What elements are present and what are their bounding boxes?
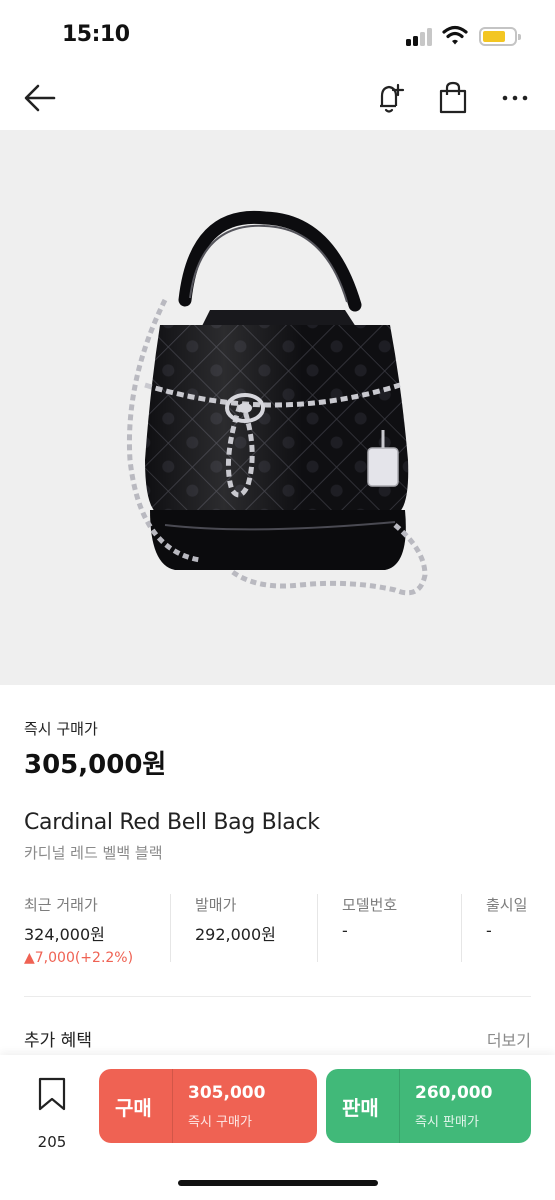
product-stats: 최근 거래가 324,000원 ▲7,000(+2.2%) 발매가 292,00… xyxy=(0,890,555,966)
stat-value: 292,000원 xyxy=(195,925,276,944)
bottom-action-bar: 205 구매 305,000 즉시 구매가 판매 260,000 즉시 판매가 xyxy=(0,1055,555,1200)
stat-label: 출시일 xyxy=(486,896,528,914)
stat-divider xyxy=(170,894,171,962)
more-link[interactable]: 더보기 xyxy=(487,1027,531,1051)
bucket-bag-illustration xyxy=(126,210,428,596)
product-name-korean: 카디널 레드 벨백 블랙 xyxy=(24,844,163,862)
shopping-bag-icon[interactable] xyxy=(435,80,471,116)
battery-icon xyxy=(479,27,521,46)
stat-model-number: 모델번호 - xyxy=(342,890,452,962)
stat-release-price: 발매가 292,000원 xyxy=(195,890,310,962)
signal-icon xyxy=(406,28,434,46)
buy-label: 구매 xyxy=(115,1096,152,1120)
button-divider xyxy=(399,1069,400,1143)
bookmark-icon xyxy=(38,1077,66,1111)
stat-release-date: 출시일 - xyxy=(486,890,546,962)
buy-button[interactable]: 구매 305,000 즉시 구매가 xyxy=(99,1069,317,1143)
wish-button[interactable]: 205 xyxy=(30,1077,74,1151)
back-arrow-icon[interactable] xyxy=(22,80,58,116)
immediate-price: 305,000원 xyxy=(24,750,167,780)
immediate-price-label: 즉시 구매가 xyxy=(24,720,98,738)
price-change: ▲7,000(+2.2%) xyxy=(24,950,134,966)
wifi-icon xyxy=(442,25,468,45)
stat-recent-trade: 최근 거래가 324,000원 ▲7,000(+2.2%) xyxy=(24,890,164,966)
benefits-title: 추가 혜택 xyxy=(24,1031,92,1051)
stat-label: 발매가 xyxy=(195,896,237,914)
status-time: 15:10 xyxy=(62,22,130,47)
section-divider xyxy=(24,996,531,997)
stat-label: 모델번호 xyxy=(342,896,398,914)
stat-divider xyxy=(317,894,318,962)
sell-amount: 260,000 xyxy=(415,1083,493,1103)
wish-count: 205 xyxy=(37,1133,67,1151)
nav-bar xyxy=(0,70,555,128)
sell-button[interactable]: 판매 260,000 즉시 판매가 xyxy=(326,1069,531,1143)
stat-label: 최근 거래가 xyxy=(24,896,98,914)
sell-sublabel: 즉시 판매가 xyxy=(415,1115,479,1130)
status-bar: 15:10 xyxy=(0,0,555,70)
product-name: Cardinal Red Bell Bag Black xyxy=(24,810,320,835)
sell-label: 판매 xyxy=(342,1096,379,1120)
home-indicator xyxy=(178,1180,378,1186)
stat-value: - xyxy=(486,921,492,940)
product-image[interactable] xyxy=(0,130,555,685)
buy-amount: 305,000 xyxy=(188,1083,266,1103)
more-icon[interactable] xyxy=(497,80,533,116)
stat-divider xyxy=(461,894,462,962)
stat-value: 324,000원 xyxy=(24,925,105,944)
bell-plus-icon[interactable] xyxy=(372,80,408,116)
buy-sublabel: 즉시 구매가 xyxy=(188,1115,252,1130)
stat-value: - xyxy=(342,921,348,940)
button-divider xyxy=(172,1069,173,1143)
